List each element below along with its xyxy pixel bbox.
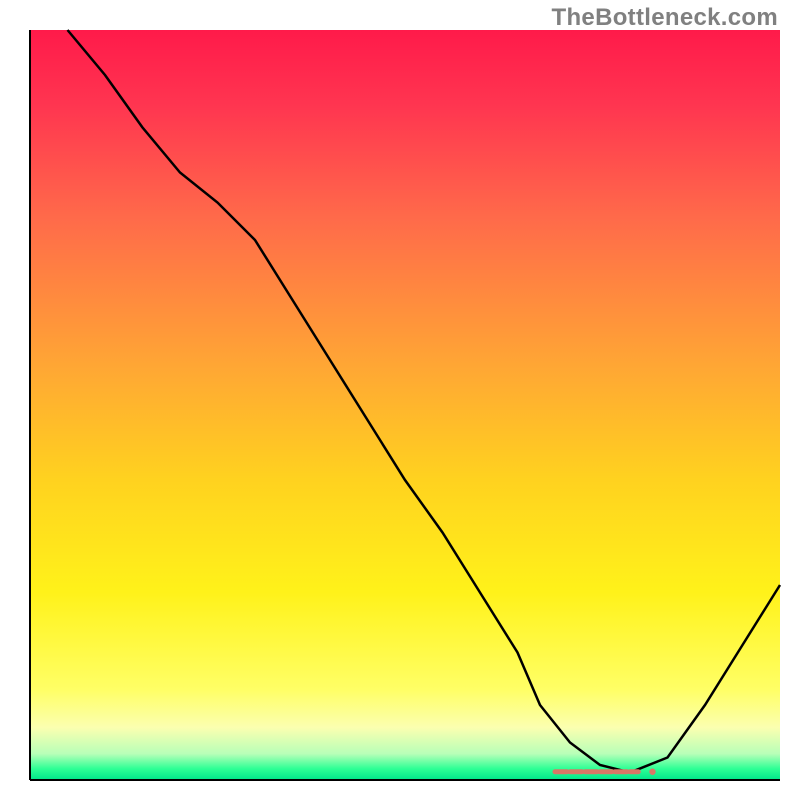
watermark-text: TheBottleneck.com bbox=[552, 4, 778, 32]
plot-background bbox=[30, 30, 780, 780]
chart-container: TheBottleneck.com bbox=[0, 0, 800, 800]
bottleneck-chart bbox=[0, 0, 800, 800]
